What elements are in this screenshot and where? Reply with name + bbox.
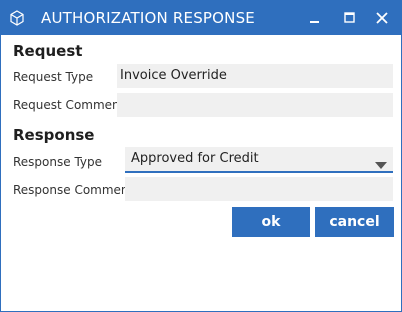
request-comment-field[interactable] [117, 93, 393, 117]
minimize-icon [310, 21, 319, 23]
response-heading: Response [13, 126, 95, 144]
response-comment-label: Response Comment [13, 183, 134, 197]
close-button[interactable] [370, 7, 394, 29]
window-title: AUTHORIZATION RESPONSE [41, 9, 255, 27]
response-type-dropdown[interactable]: Approved for Credit [125, 147, 393, 173]
cube-icon [9, 10, 25, 26]
response-type-value: Approved for Credit [131, 151, 259, 166]
title-bar[interactable]: AUTHORIZATION RESPONSE [1, 1, 401, 35]
request-comment-label: Request Comment [13, 98, 125, 112]
response-type-label: Response Type [13, 155, 103, 169]
chevron-down-icon [375, 155, 387, 179]
cancel-button[interactable]: cancel [315, 207, 394, 237]
response-comment-field[interactable] [125, 177, 393, 201]
maximize-icon [344, 12, 355, 23]
close-icon [376, 12, 388, 24]
request-type-label: Request Type [13, 70, 94, 84]
request-heading: Request [13, 42, 83, 60]
minimize-button[interactable] [303, 7, 327, 29]
ok-button[interactable]: ok [232, 207, 310, 237]
maximize-button[interactable] [338, 7, 362, 29]
authorization-response-dialog: AUTHORIZATION RESPONSE Request Request T… [0, 0, 402, 312]
request-type-field[interactable]: Invoice Override [117, 64, 393, 88]
